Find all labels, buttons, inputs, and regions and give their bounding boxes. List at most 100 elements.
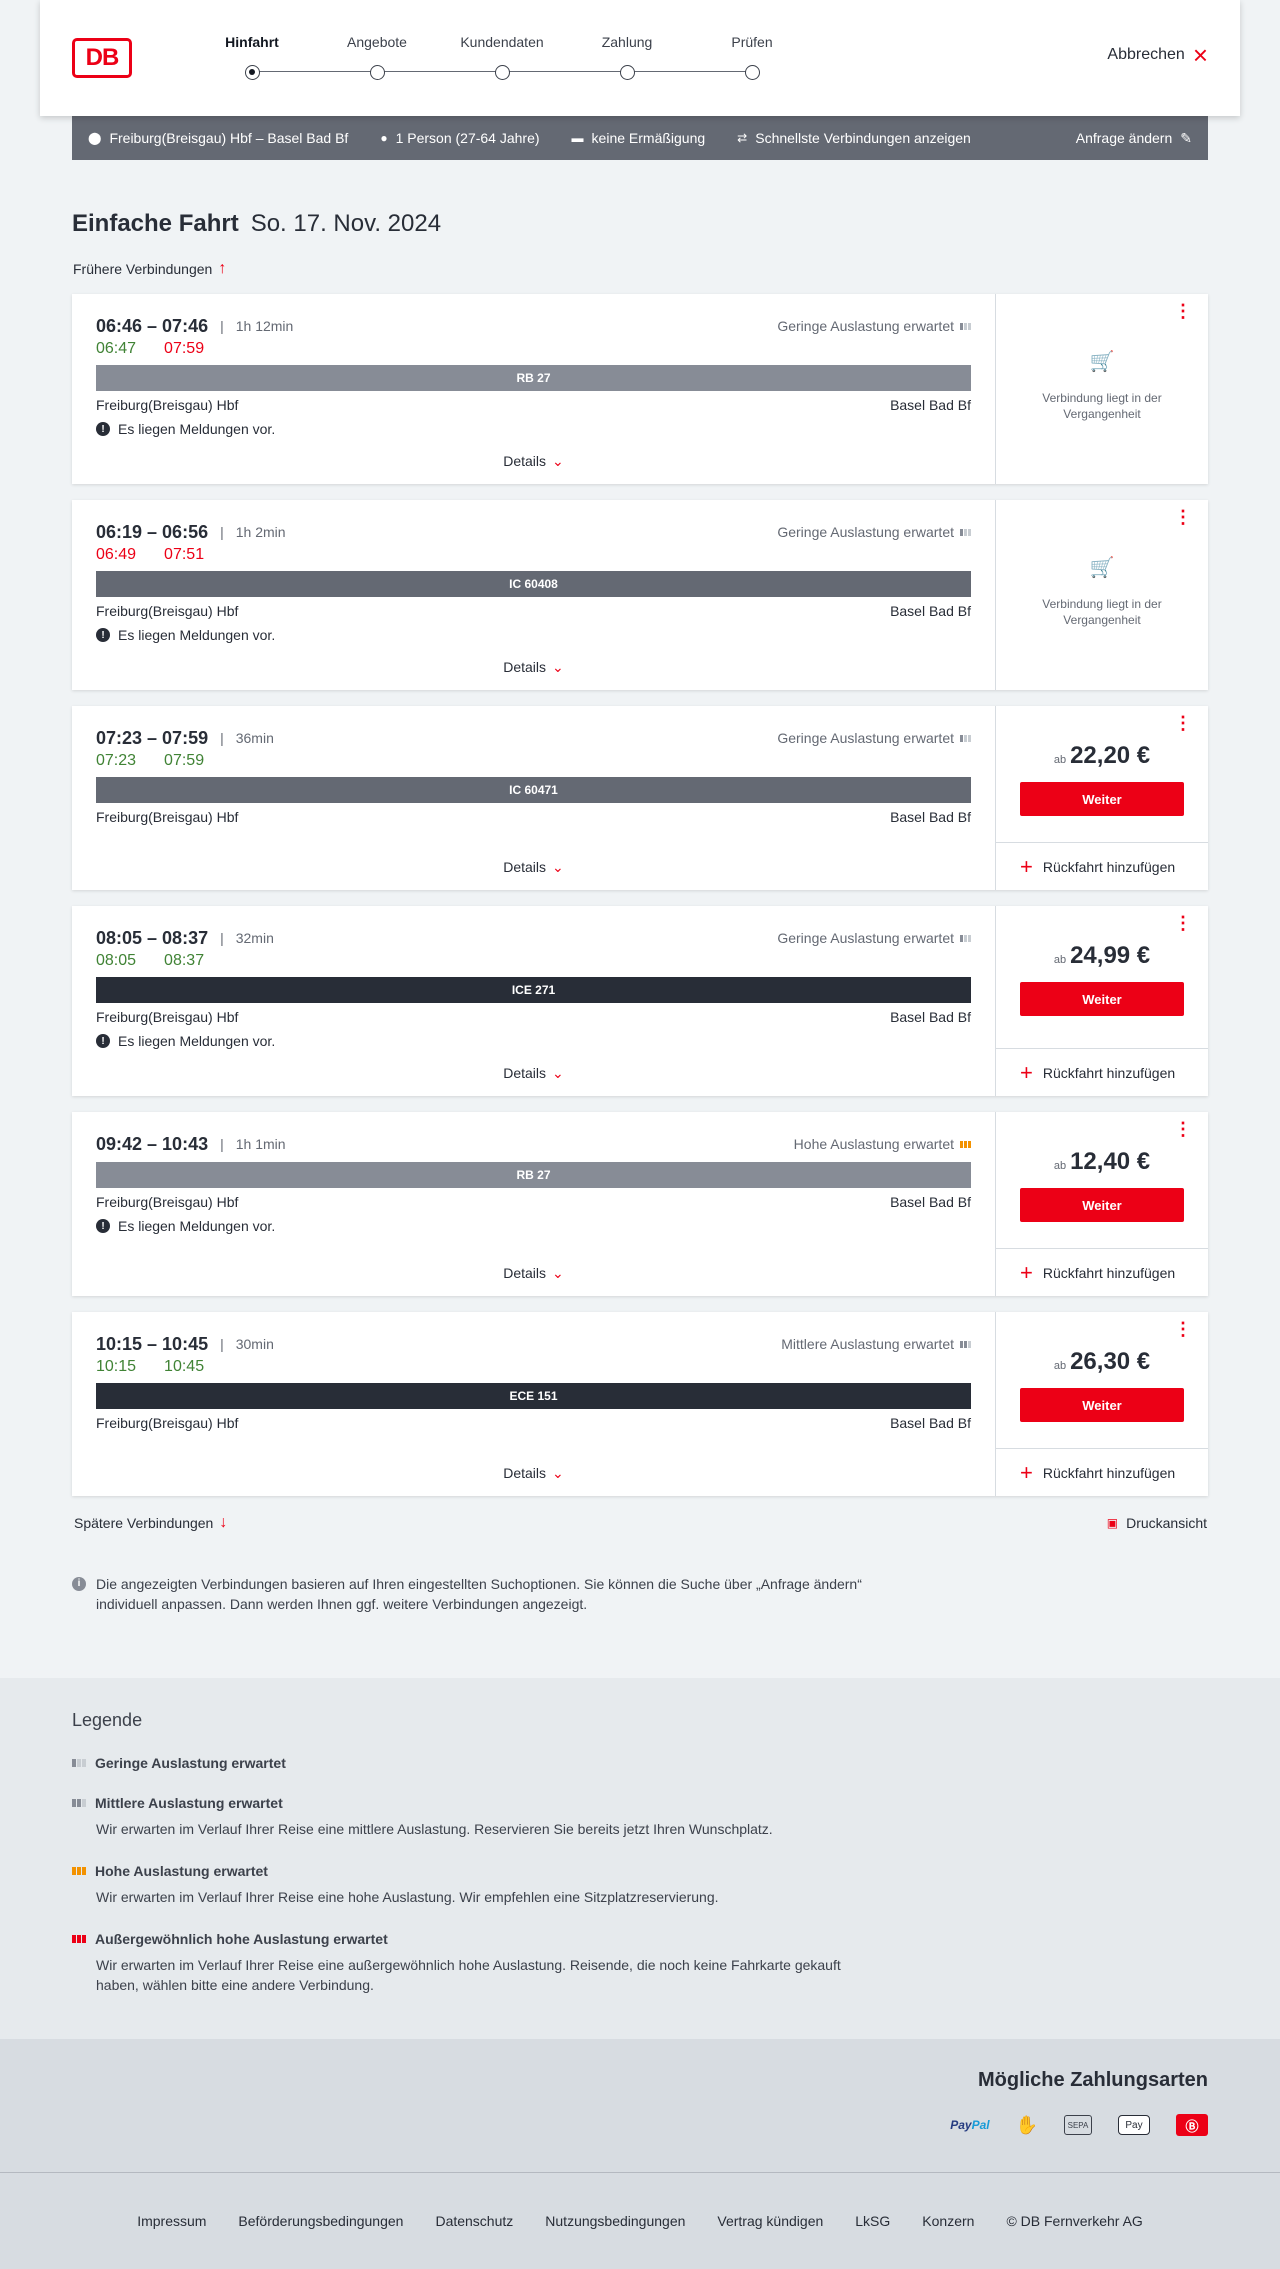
add-return-button[interactable]: + Rückfahrt hinzufügen [996, 1248, 1208, 1296]
load-indicator: Mittlere Auslastung erwartet [781, 1336, 971, 1352]
details-toggle[interactable]: Details ⌄ [72, 453, 995, 470]
details-toggle[interactable]: Details ⌄ [72, 1065, 995, 1082]
more-options-icon[interactable]: ⋮ [1174, 508, 1192, 526]
details-toggle[interactable]: Details ⌄ [72, 859, 995, 876]
db-logo[interactable]: DB [72, 38, 132, 78]
more-options-icon[interactable]: ⋮ [1174, 914, 1192, 932]
legend: Legende Geringe Auslastung erwartet Mitt… [72, 1710, 1208, 1995]
origin-station: Freiburg(Breisgau) Hbf [96, 603, 239, 619]
footer-link-kuendigen[interactable]: Vertrag kündigen [717, 2213, 823, 2229]
connection-times: 07:23 – 07:59 [96, 727, 209, 748]
realtime-row: 06:47 07:59 [96, 340, 971, 362]
price-value: 12,40 € [1070, 1148, 1151, 1175]
more-options-icon[interactable]: ⋮ [1174, 714, 1192, 732]
add-return-button[interactable]: + Rückfahrt hinzufügen [996, 842, 1208, 890]
chevron-down-icon: ⌄ [552, 453, 564, 469]
print-view-link[interactable]: ▣ Druckansicht [1107, 1515, 1207, 1531]
price-prefix: ab [1053, 1360, 1067, 1372]
realtime-departure: 07:23 [96, 752, 137, 769]
price-prefix: ab [1053, 1160, 1067, 1172]
persons-summary: ● 1 Person (27-64 Jahre) [380, 130, 539, 146]
fastest-summary: ⇄ Schnellste Verbindungen anzeigen [737, 130, 971, 146]
step-kundendaten: Kundendaten [452, 34, 552, 80]
footer-link-lksg[interactable]: LkSG [855, 2213, 890, 2229]
connection-info: 08:05 – 08:37 | 32min Geringe Auslastung e… [72, 906, 995, 1096]
footer-copyright: © DB Fernverkehr AG [1006, 2213, 1143, 2229]
footer-link-befoerderung[interactable]: Beförderungsbedingungen [238, 2213, 403, 2229]
step-label: Kundendaten [460, 34, 544, 50]
footer-link-konzern[interactable]: Konzern [922, 2213, 974, 2229]
connection-card: 09:42 – 10:43 | 1h 1min Hohe Auslastung er… [72, 1112, 1208, 1296]
legend-item-medium: Mittlere Auslastung erwartet Wir erwarte… [72, 1795, 1208, 1839]
earlier-connections-link[interactable]: Frühere Verbindungen ↑ [72, 260, 1208, 278]
stations-row: Freiburg(Breisgau) Hbf Basel Bad Bf [96, 1009, 971, 1025]
connection-header: 08:05 – 08:37 | 32min Geringe Auslastung e… [96, 926, 971, 950]
payment-methods: Mögliche Zahlungsarten PayPal ✋ SEPA Pay… [72, 2069, 1208, 2136]
details-toggle[interactable]: Details ⌄ [72, 1465, 995, 1482]
more-options-icon[interactable]: ⋮ [1174, 302, 1192, 320]
load-indicator: Hohe Auslastung erwartet [794, 1136, 971, 1152]
progress-stepper: Hinfahrt Angebote Kundendaten Zahlung Pr… [210, 34, 773, 84]
persons-text: 1 Person (27-64 Jahre) [395, 130, 540, 146]
footer-link-nutzung[interactable]: Nutzungsbedingungen [545, 2213, 685, 2229]
messages-notice: ! Es liegen Meldungen vor. [96, 627, 971, 643]
trip-date: So. 17. Nov. 2024 [250, 210, 442, 237]
load-medium-icon [72, 1799, 88, 1807]
messages-text: Es liegen Meldungen vor. [118, 627, 276, 643]
load-text: Geringe Auslastung erwartet [777, 318, 954, 334]
legend-heading: Mittlere Auslastung erwartet [72, 1795, 1208, 1811]
add-return-label: Rückfahrt hinzufügen [1042, 1264, 1176, 1281]
price-prefix: ab [1053, 754, 1067, 766]
connection-duration: 1h 2min [235, 524, 286, 540]
more-options-icon[interactable]: ⋮ [1174, 1120, 1192, 1138]
add-return-button[interactable]: + Rückfahrt hinzufügen [996, 1048, 1208, 1096]
chevron-down-icon: ⌄ [552, 1265, 564, 1281]
details-toggle[interactable]: Details ⌄ [72, 659, 995, 676]
load-low-icon [72, 1759, 88, 1767]
continue-button[interactable]: Weiter [1020, 1188, 1184, 1222]
footer-link-datenschutz[interactable]: Datenschutz [435, 2213, 513, 2229]
offer-panel: ⋮ ab 26,30 € Weiter + Rückfahrt hinzufügen [995, 1312, 1208, 1496]
plus-icon: + [1020, 853, 1033, 879]
continue-button[interactable]: Weiter [1020, 782, 1184, 816]
destination-station: Basel Bad Bf [890, 1009, 971, 1025]
plus-icon: + [1020, 1459, 1033, 1485]
origin-station: Freiburg(Breisgau) Hbf [96, 1415, 239, 1431]
separator: | [220, 1136, 224, 1152]
connection-header: 10:15 – 10:45 | 30min Mittlere Auslastung … [96, 1332, 971, 1356]
connection-info: 09:42 – 10:43 | 1h 1min Hohe Auslastung er… [72, 1112, 995, 1296]
footer-link-impressum[interactable]: Impressum [137, 2213, 206, 2229]
realtime-arrival: 10:45 [164, 1358, 205, 1375]
step-hinfahrt: Hinfahrt [202, 34, 302, 80]
messages-text: Es liegen Meldungen vor. [118, 1218, 276, 1234]
load-low-icon [960, 934, 971, 942]
connection-info: 06:19 – 06:56 | 1h 2min Geringe Auslastung… [72, 500, 995, 690]
connection-header: 06:19 – 06:56 | 1h 2min Geringe Auslastung… [96, 520, 971, 544]
connection-times: 10:15 – 10:45 [96, 1333, 209, 1354]
train-bar: RB 27 [96, 365, 971, 391]
chevron-down-icon: ⌄ [552, 1065, 564, 1081]
realtime-departure: 10:15 [96, 1358, 137, 1375]
paypal-text-a: Pay [950, 2118, 972, 2132]
connection-times: 09:42 – 10:43 [96, 1133, 209, 1154]
add-return-button[interactable]: + Rückfahrt hinzufügen [996, 1448, 1208, 1496]
separator: | [220, 1336, 224, 1352]
separator: | [220, 730, 224, 746]
page-title: Einfache Fahrt So. 17. Nov. 2024 [72, 210, 1208, 238]
step-label: Hinfahrt [225, 34, 279, 50]
continue-button[interactable]: Weiter [1020, 1388, 1184, 1422]
step-pruefen: Prüfen [702, 34, 802, 80]
price: ab 22,20 € [1054, 742, 1150, 770]
step-angebote: Angebote [327, 34, 427, 80]
later-connections-link[interactable]: Spätere Verbindungen ↓ [73, 1514, 227, 1532]
connection-header: 07:23 – 07:59 | 36min Geringe Auslastung e… [96, 726, 971, 750]
details-label: Details [503, 1465, 547, 1481]
cancel-button[interactable]: Abbrechen × [1107, 40, 1208, 70]
connection-duration: 30min [235, 1336, 274, 1352]
close-icon: × [1192, 40, 1208, 70]
realtime-departure: 06:47 [96, 340, 137, 357]
more-options-icon[interactable]: ⋮ [1174, 1320, 1192, 1338]
details-toggle[interactable]: Details ⌄ [72, 1265, 995, 1282]
continue-button[interactable]: Weiter [1020, 982, 1184, 1016]
change-request-button[interactable]: Anfrage ändern ✎ [1076, 130, 1192, 147]
